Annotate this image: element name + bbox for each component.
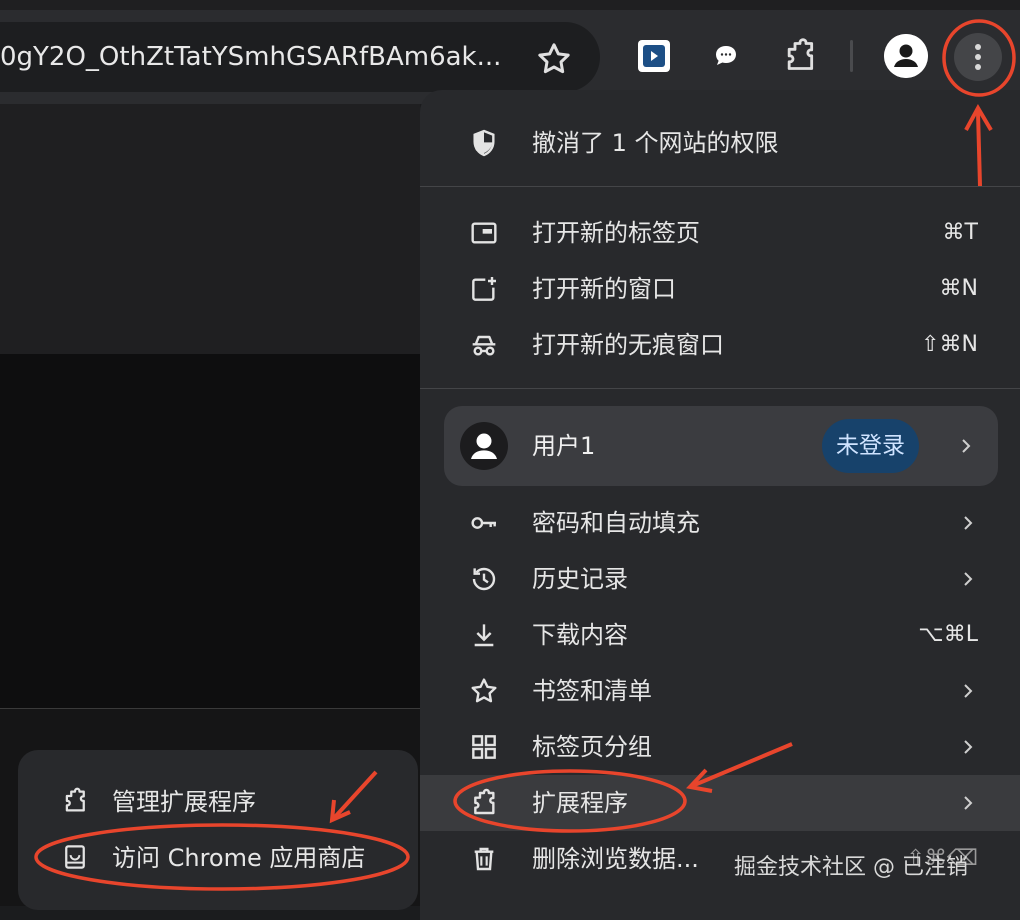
grid-icon xyxy=(468,731,500,763)
profile-card[interactable]: 用户1 未登录 xyxy=(444,406,998,486)
menu-separator xyxy=(420,388,1020,389)
chevron-right-icon xyxy=(956,511,980,535)
chrome-main-menu: 撤消了 1 个网站的权限 打开新的标签页 ⌘T 打开新的窗口 ⌘N 打开新的无痕… xyxy=(420,90,1020,920)
chevron-right-icon xyxy=(954,434,978,458)
signin-status-badge[interactable]: 未登录 xyxy=(822,419,919,473)
menu-item-label: 删除浏览数据... xyxy=(532,845,699,873)
menu-item-passwords[interactable]: 密码和自动填充 xyxy=(420,495,1020,551)
submenu-item-label: 访问 Chrome 应用商店 xyxy=(112,844,366,872)
menu-item-tab-groups[interactable]: 标签页分组 xyxy=(420,719,1020,775)
menu-item-label: 打开新的窗口 xyxy=(532,275,676,303)
store-icon xyxy=(60,842,90,872)
submenu-item-manage-extensions[interactable]: 管理扩展程序 xyxy=(18,774,418,830)
menu-item-new-window[interactable]: 打开新的窗口 ⌘N xyxy=(420,261,1020,317)
incognito-icon xyxy=(468,329,500,361)
shortcut-label: ⌥⌘L xyxy=(918,622,978,647)
chevron-right-icon xyxy=(956,735,980,759)
new-window-icon xyxy=(468,273,500,305)
extensions-submenu: 管理扩展程序 访问 Chrome 应用商店 xyxy=(18,750,418,910)
menu-item-label: 打开新的标签页 xyxy=(532,219,700,247)
shortcut-label: ⇧⌘N xyxy=(921,332,978,357)
watermark-text: 掘金技术社区 @ 已注销 xyxy=(734,855,968,880)
page-content-body xyxy=(0,354,420,708)
more-vert-icon[interactable] xyxy=(954,33,1002,81)
chevron-right-icon xyxy=(956,567,980,591)
avatar-icon[interactable] xyxy=(884,34,928,78)
chevron-right-icon xyxy=(956,791,980,815)
profile-name: 用户1 xyxy=(532,432,596,460)
puzzle-icon xyxy=(60,786,90,816)
page-content-header xyxy=(0,104,420,354)
tab-strip-edge xyxy=(0,0,1020,10)
menu-item-label: 标签页分组 xyxy=(532,733,652,761)
chat-icon[interactable] xyxy=(710,40,742,72)
avatar-icon xyxy=(460,422,508,470)
menu-separator xyxy=(420,186,1020,187)
menu-item-downloads[interactable]: 下载内容 ⌥⌘L xyxy=(420,607,1020,663)
star-icon xyxy=(468,675,500,707)
menu-item-incognito[interactable]: 打开新的无痕窗口 ⇧⌘N xyxy=(420,317,1020,373)
menu-item-label: 撤消了 1 个网站的权限 xyxy=(532,129,779,157)
menu-item-label: 密码和自动填充 xyxy=(532,509,700,537)
key-icon xyxy=(468,507,500,539)
menu-item-extensions[interactable]: 扩展程序 xyxy=(420,775,1020,831)
download-icon xyxy=(468,619,500,651)
history-icon xyxy=(468,563,500,595)
extension-icon[interactable] xyxy=(638,40,670,72)
star-icon[interactable] xyxy=(534,39,574,79)
menu-item-label: 扩展程序 xyxy=(532,789,628,817)
shortcut-label: ⌘N xyxy=(939,276,978,301)
trash-icon xyxy=(468,843,500,875)
menu-item-history[interactable]: 历史记录 xyxy=(420,551,1020,607)
toolbar-divider xyxy=(850,40,853,72)
menu-item-label: 书签和清单 xyxy=(532,677,652,705)
shortcut-label: ⌘T xyxy=(942,220,978,245)
menu-item-new-tab[interactable]: 打开新的标签页 ⌘T xyxy=(420,205,1020,261)
menu-item-permissions[interactable]: 撤消了 1 个网站的权限 xyxy=(420,115,1020,171)
menu-item-label: 下载内容 xyxy=(532,621,628,649)
browser-toolbar: 0gY2O_OthZtTatYSmhGSARfBAm6ak... xyxy=(0,0,1020,104)
menu-item-bookmarks[interactable]: 书签和清单 xyxy=(420,663,1020,719)
submenu-item-chrome-web-store[interactable]: 访问 Chrome 应用商店 xyxy=(18,830,418,886)
tab-icon xyxy=(468,217,500,249)
address-bar[interactable]: 0gY2O_OthZtTatYSmhGSARfBAm6ak... xyxy=(0,22,600,92)
puzzle-icon[interactable] xyxy=(780,36,820,76)
chevron-right-icon xyxy=(956,679,980,703)
url-text[interactable]: 0gY2O_OthZtTatYSmhGSARfBAm6ak... xyxy=(0,22,500,92)
puzzle-icon xyxy=(468,787,500,819)
menu-item-label: 打开新的无痕窗口 xyxy=(532,331,724,359)
menu-item-label: 历史记录 xyxy=(532,565,628,593)
shield-icon xyxy=(468,127,500,159)
submenu-item-label: 管理扩展程序 xyxy=(112,788,256,816)
